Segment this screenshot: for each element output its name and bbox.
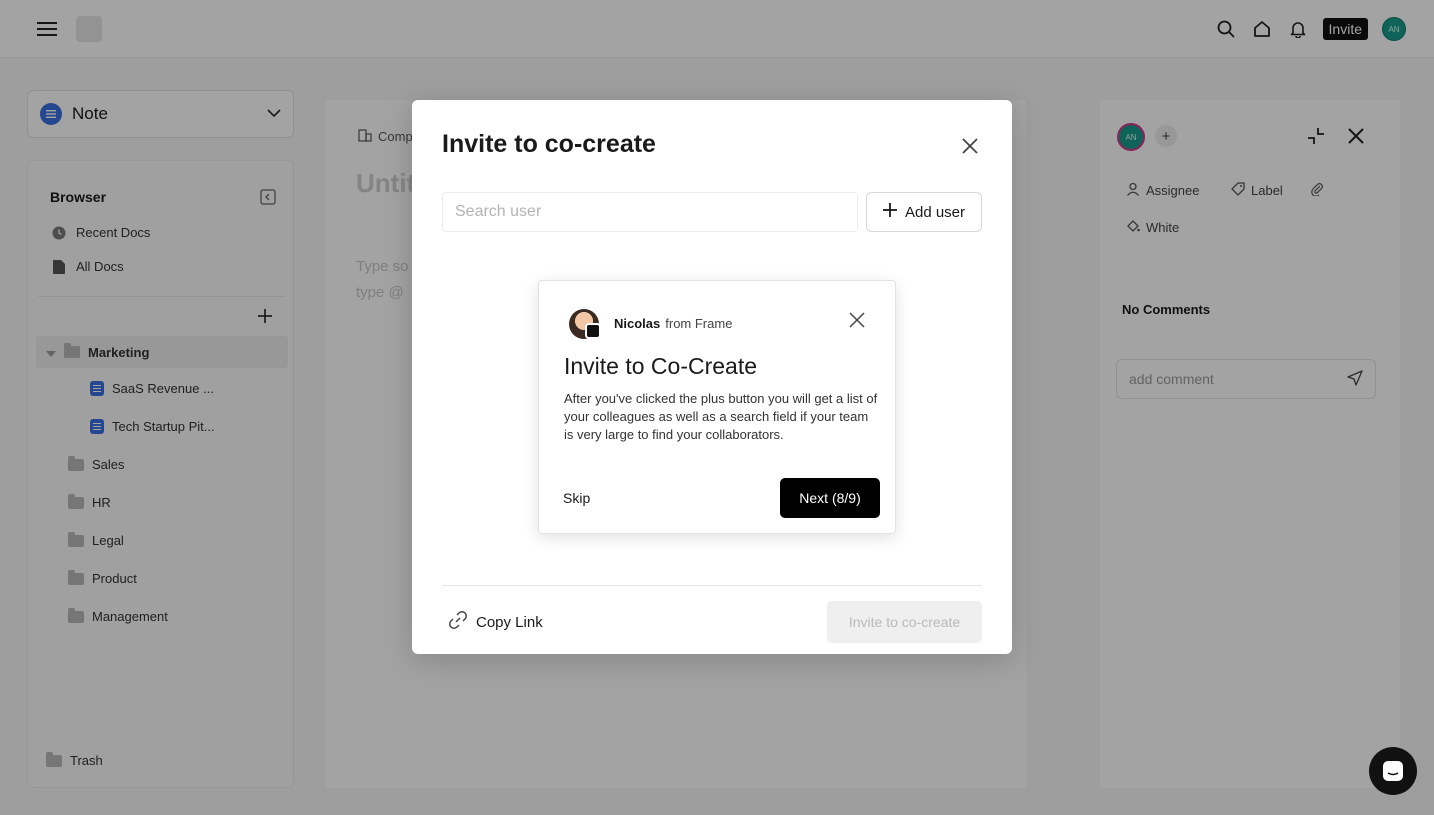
product-tour-popover: Nicolas from Frame Invite to Co-Create A…: [538, 280, 896, 534]
next-button[interactable]: Next (8/9): [780, 478, 880, 518]
modal-title: Invite to co-create: [442, 130, 656, 158]
close-icon[interactable]: [847, 310, 867, 330]
sender-from: from Frame: [665, 316, 733, 331]
app-shell: Invite AN Note Browser Recent Docs All D…: [0, 0, 1434, 815]
invite-to-co-create-button[interactable]: Invite to co-create: [827, 601, 982, 643]
search-user-input[interactable]: [442, 192, 858, 232]
chat-support-button[interactable]: [1369, 747, 1417, 795]
sender-name: Nicolas: [614, 316, 661, 331]
add-user-label: Add user: [904, 203, 966, 221]
plus-icon: [882, 203, 897, 221]
copy-link-button[interactable]: Copy Link: [448, 610, 543, 634]
skip-button[interactable]: Skip: [563, 490, 590, 506]
frame-badge-icon: [585, 323, 601, 339]
close-icon[interactable]: [958, 134, 982, 158]
add-user-button[interactable]: Add user: [866, 192, 982, 232]
tour-sender: Nicolas from Frame: [614, 316, 732, 331]
link-icon: [448, 610, 468, 634]
tour-title: Invite to Co-Create: [564, 353, 758, 379]
copy-link-label: Copy Link: [476, 613, 543, 631]
tour-body: After you've clicked the plus button you…: [564, 391, 878, 442]
modal-divider: [442, 585, 982, 586]
